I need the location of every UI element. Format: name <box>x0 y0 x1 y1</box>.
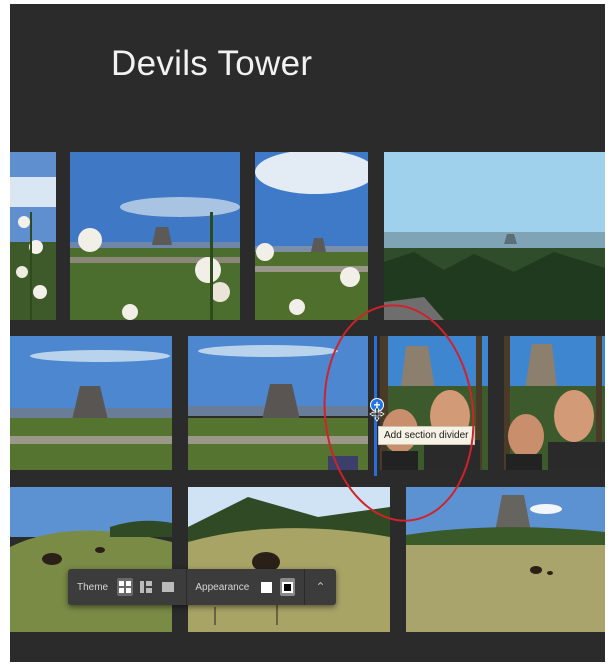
black-appearance-button[interactable] <box>279 578 296 596</box>
photo-bison-hills[interactable] <box>10 487 172 632</box>
photo-tower-forest[interactable] <box>384 152 605 320</box>
single-layout-button[interactable] <box>160 578 175 596</box>
chevron-up-icon[interactable]: ⌃ <box>305 569 336 605</box>
grid-layout-button[interactable] <box>117 578 133 596</box>
black-swatch <box>281 581 293 593</box>
toolbar-separator <box>186 569 188 605</box>
theme-toolbar: Theme Appearance ⌃ <box>68 569 336 605</box>
appearance-label: Appearance <box>195 581 250 593</box>
photo-tower-prairie-1[interactable] <box>10 336 172 470</box>
theme-label: Theme <box>77 581 109 593</box>
photo-selfie-2[interactable] <box>504 336 605 470</box>
photo-bison-meadow[interactable] <box>188 487 390 632</box>
photo-hollyhocks[interactable] <box>10 152 56 320</box>
page-title[interactable]: Devils Tower <box>111 44 312 84</box>
grid-layout-icon <box>118 581 131 593</box>
gallery-canvas: Devils Tower + Add section divider Theme… <box>10 4 605 662</box>
white-appearance-button[interactable] <box>258 578 273 596</box>
photo-tower-hollyhocks[interactable] <box>70 152 240 320</box>
columns-layout-icon <box>140 581 153 593</box>
white-swatch <box>260 581 272 593</box>
single-layout-icon <box>161 582 174 592</box>
columns-layout-button[interactable] <box>139 578 154 596</box>
photo-hollyhocks-tower[interactable] <box>255 152 368 320</box>
